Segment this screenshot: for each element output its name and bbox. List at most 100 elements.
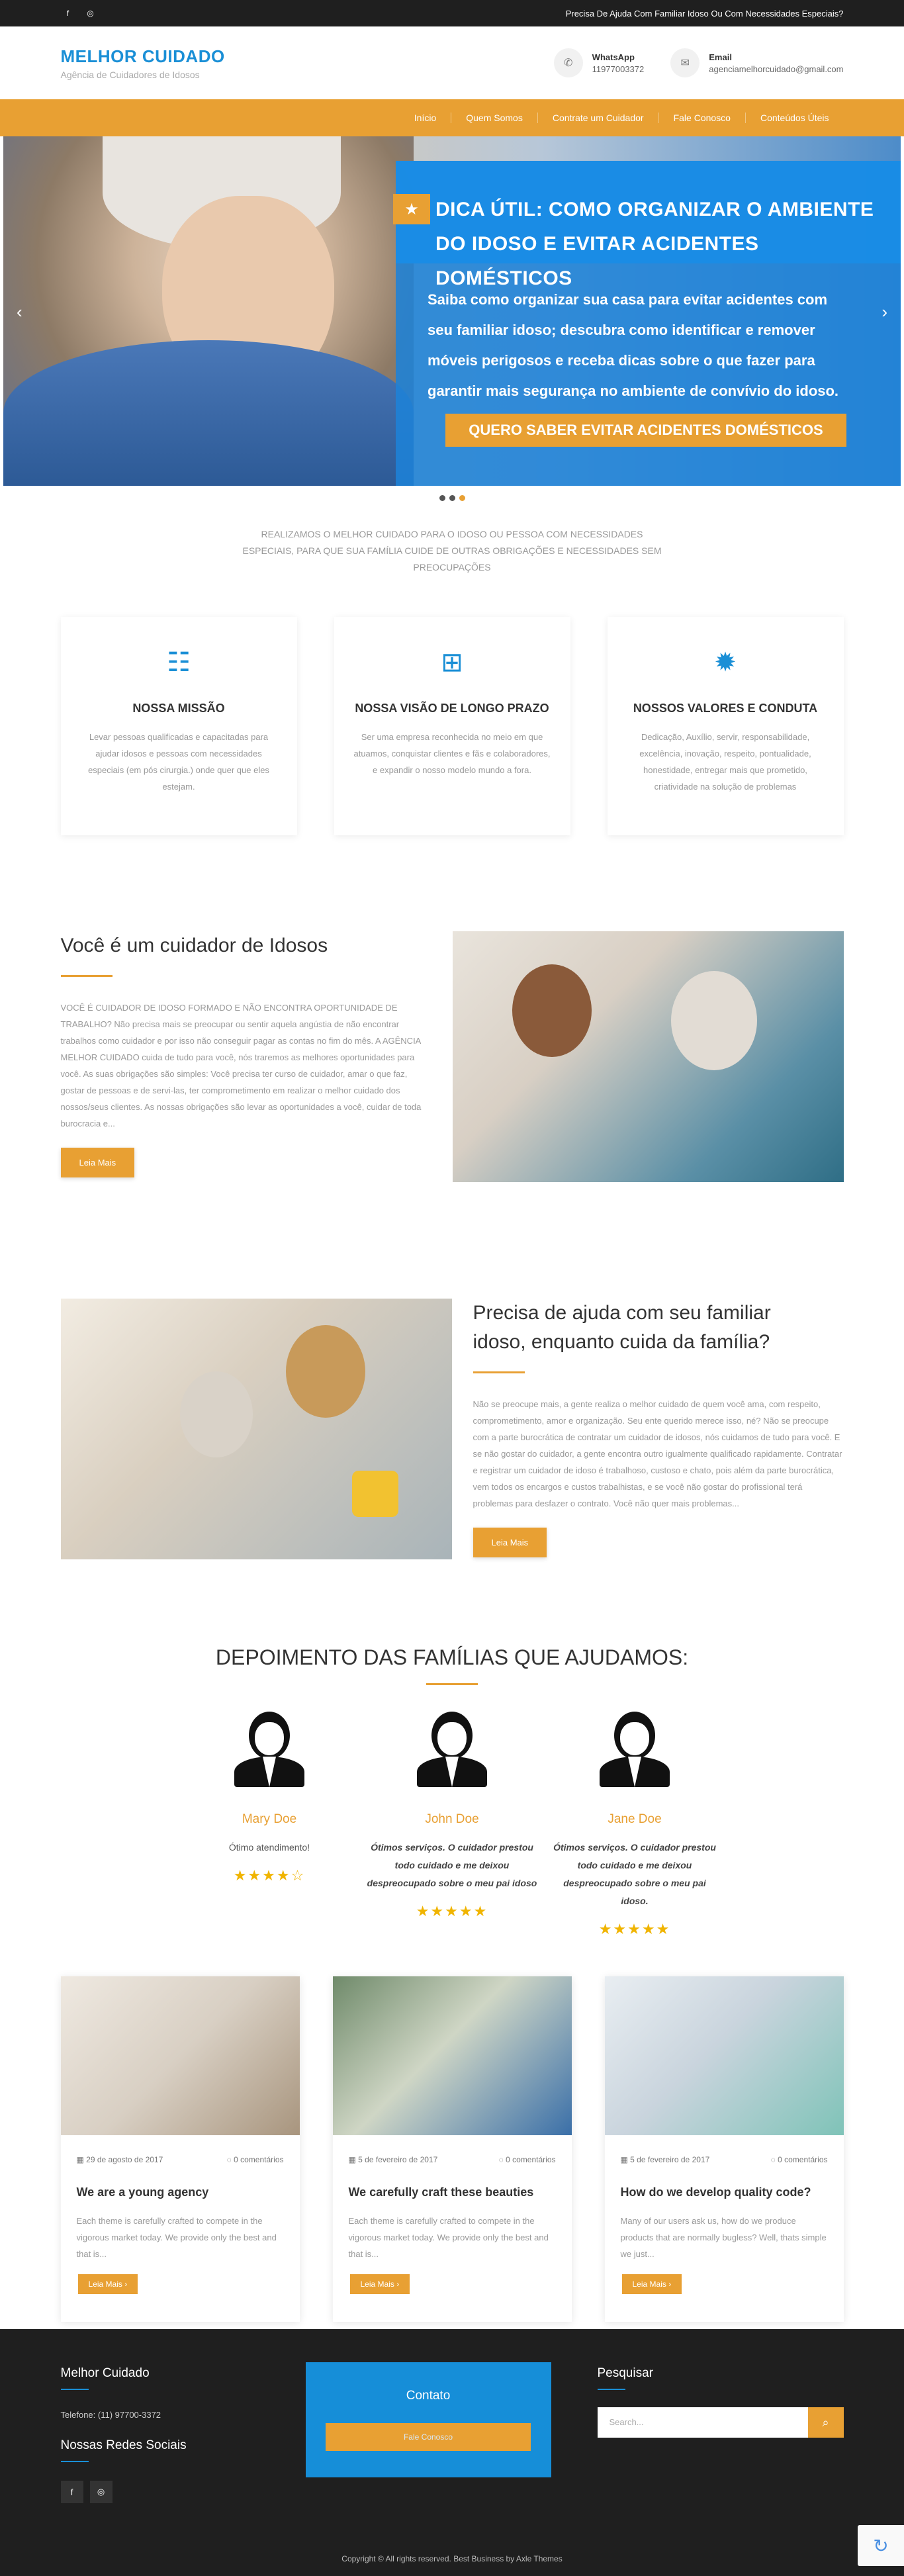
testimonial: Jane Doe Ótimos serviços. O cuidador pre… (543, 1712, 726, 1938)
family-help-title-line2: idoso, enquanto cuida da família? (473, 1331, 770, 1353)
main-nav: Início Quem Somos Contrate um Cuidador F… (0, 99, 904, 136)
nav-item-fale-conosco[interactable]: Fale Conosco (658, 113, 745, 123)
footer-title: Melhor Cuidado (60, 2366, 150, 2380)
title-underline (426, 1683, 478, 1685)
post-comments[interactable]: ◌ 0 comentários (771, 2155, 828, 2164)
testimonial-name: Jane Doe (608, 1812, 662, 1826)
blog-post: ▦ 5 de fevereiro de 2017 ◌ 0 comentários… (332, 1976, 572, 2322)
search-title: Pesquisar (597, 2366, 654, 2380)
caregiver-section: Você é um cuidador de Idosos VOCÊ É CUID… (60, 931, 844, 1182)
site-title[interactable]: MELHOR CUIDADO (61, 46, 225, 67)
whatsapp-label: WhatsApp (592, 52, 635, 62)
features: ☷ NOSSA MISSÃO Levar pessoas qualificada… (60, 617, 844, 835)
slider-dots (0, 495, 904, 501)
read-more-button[interactable]: Leia Mais › (621, 2274, 682, 2294)
hero-slider: ★ DICA ÚTIL: COMO ORGANIZAR O AMBIENTE D… (3, 136, 901, 486)
testimonial-quote: Ótimos serviços. O cuidador prestou todo… (367, 1842, 537, 1888)
post-title[interactable]: How do we develop quality code? (605, 2164, 844, 2199)
top-bar-message: Precisa De Ajuda Com Familiar Idoso Ou C… (565, 8, 844, 19)
contact-button[interactable]: Fale Conosco (326, 2423, 531, 2451)
slider-dot-2[interactable] (449, 495, 455, 501)
post-comments[interactable]: ◌ 0 comentários (227, 2155, 284, 2164)
testimonial-name: Mary Doe (242, 1812, 297, 1826)
feature-title: NOSSA VISÃO DE LONGO PRAZO (355, 702, 549, 715)
facebook-icon[interactable]: f (61, 6, 75, 21)
footer-phone: Telefone: (11) 97700-3372 (60, 2410, 161, 2420)
post-image[interactable] (332, 1976, 572, 2135)
feature-title: NOSSA MISSÃO (132, 702, 225, 715)
post-excerpt: Many of our users ask us, how do we prod… (620, 2216, 827, 2259)
blog-post: ▦ 5 de fevereiro de 2017 ◌ 0 comentários… (604, 1976, 844, 2322)
title-underline (473, 1371, 525, 1373)
caregiver-title: Você é um cuidador de Idosos (60, 935, 328, 956)
post-excerpt: Each theme is carefully crafted to compe… (76, 2216, 277, 2259)
contact-box: Contato Fale Conosco (305, 2362, 551, 2477)
footer-social-title: Nossas Redes Sociais (60, 2438, 187, 2452)
post-date: ▦ 29 de agosto de 2017 (76, 2155, 163, 2164)
read-more-button[interactable]: Leia Mais › (349, 2274, 410, 2294)
email-contact: ✉ Email agenciamelhorcuidado@gmail.com (670, 48, 844, 77)
read-more-button[interactable]: Leia Mais › (77, 2274, 138, 2294)
nav-item-conteudos[interactable]: Conteúdos Úteis (745, 113, 844, 123)
post-image[interactable] (604, 1976, 844, 2135)
post-excerpt: Each theme is carefully crafted to compe… (348, 2216, 549, 2259)
nav-item-inicio[interactable]: Início (400, 113, 451, 123)
post-comments[interactable]: ◌ 0 comentários (499, 2155, 556, 2164)
hero-cta-button[interactable]: QUERO SABER EVITAR ACIDENTES DOMÉSTICOS (445, 414, 846, 447)
intro-text: REALIZAMOS O MELHOR CUIDADO PARA O IDOSO… (242, 529, 662, 573)
rating-stars: ★★★★☆ (233, 1867, 306, 1884)
recaptcha-icon[interactable]: ↻ (858, 2525, 904, 2566)
hero-body-line2: seu familiar idoso; descubra como identi… (428, 322, 815, 338)
hero-elderly-photo (3, 136, 414, 486)
avatar-icon (234, 1712, 304, 1791)
whatsapp-value: 11977003372 (592, 64, 645, 74)
feature-text: Levar pessoas qualificadas e capacitadas… (88, 732, 269, 792)
post-title[interactable]: We carefully craft these beauties (333, 2164, 572, 2199)
blog-post: ▦ 29 de agosto de 2017 ◌ 0 comentários W… (60, 1976, 300, 2322)
feature-text: Dedicação, Auxílio, servir, responsabili… (639, 732, 811, 792)
caregiver-photo (452, 931, 844, 1182)
hero-panel: ★ DICA ÚTIL: COMO ORGANIZAR O AMBIENTE D… (393, 161, 901, 486)
instagram-icon[interactable]: ◎ (83, 6, 98, 21)
feature-title: NOSSOS VALORES E CONDUTA (633, 702, 818, 715)
envelope-icon: ✉ (670, 48, 700, 77)
testimonial-quote: Ótimo atendimento! (228, 1842, 310, 1853)
rating-stars: ★★★★★ (598, 1921, 671, 1937)
email-label: Email (709, 52, 732, 62)
chevron-right-icon[interactable]: › (881, 302, 887, 322)
feature-card: ✹ NOSSOS VALORES E CONDUTA Dedicação, Au… (607, 617, 844, 835)
badge-icon: ✹ (714, 648, 737, 677)
testimonial-quote: Ótimos serviços. O cuidador prestou todo… (553, 1842, 716, 1906)
family-help-title-line1: Precisa de ajuda com seu familiar (473, 1302, 771, 1324)
phone-icon: ✆ (553, 48, 583, 77)
feature-text: Ser uma empresa reconhecida no meio em q… (353, 732, 551, 775)
feature-card: ☷ NOSSA MISSÃO Levar pessoas qualificada… (60, 617, 297, 835)
top-bar: f ◎ Precisa De Ajuda Com Familiar Idoso … (0, 0, 904, 26)
instagram-icon[interactable]: ◎ (89, 2481, 113, 2503)
chevron-left-icon[interactable]: ‹ (17, 302, 23, 322)
testimonials: Mary Doe Ótimo atendimento! ★★★★☆ John D… (61, 1712, 844, 1938)
brand[interactable]: MELHOR CUIDADO Agência de Cuidadores de … (61, 46, 225, 80)
feature-card: ⊞ NOSSA VISÃO DE LONGO PRAZO Ser uma emp… (334, 617, 570, 835)
search-icon[interactable]: ⌕ (807, 2407, 844, 2438)
hero-body-line3: móveis perigosos e receba dicas sobre o … (428, 352, 815, 369)
nav-item-quem-somos[interactable]: Quem Somos (451, 113, 537, 123)
post-date: ▦ 5 de fevereiro de 2017 (620, 2155, 710, 2164)
facebook-icon[interactable]: f (60, 2481, 83, 2503)
read-more-button[interactable]: Leia Mais (60, 1148, 135, 1177)
search-input[interactable]: Search... (597, 2407, 808, 2438)
post-title[interactable]: We are a young agency (61, 2164, 300, 2199)
site-subtitle: Agência de Cuidadores de Idosos (60, 69, 200, 80)
slider-dot-1[interactable] (439, 495, 445, 501)
title-underline (60, 975, 113, 977)
nav-item-contrate[interactable]: Contrate um Cuidador (537, 113, 658, 123)
caregiver-text: VOCÊ É CUIDADOR DE IDOSO FORMADO E NÃO E… (60, 1003, 422, 1128)
blog-posts: ▦ 29 de agosto de 2017 ◌ 0 comentários W… (60, 1976, 844, 2322)
contact-title: Contato (406, 2389, 451, 2403)
post-image[interactable] (60, 1976, 300, 2135)
read-more-button[interactable]: Leia Mais (473, 1528, 547, 1557)
slider-dot-3[interactable] (459, 495, 465, 501)
testimonial-name: John Doe (425, 1812, 479, 1826)
rating-stars: ★★★★★ (416, 1903, 488, 1919)
site-header: MELHOR CUIDADO Agência de Cuidadores de … (0, 26, 904, 99)
